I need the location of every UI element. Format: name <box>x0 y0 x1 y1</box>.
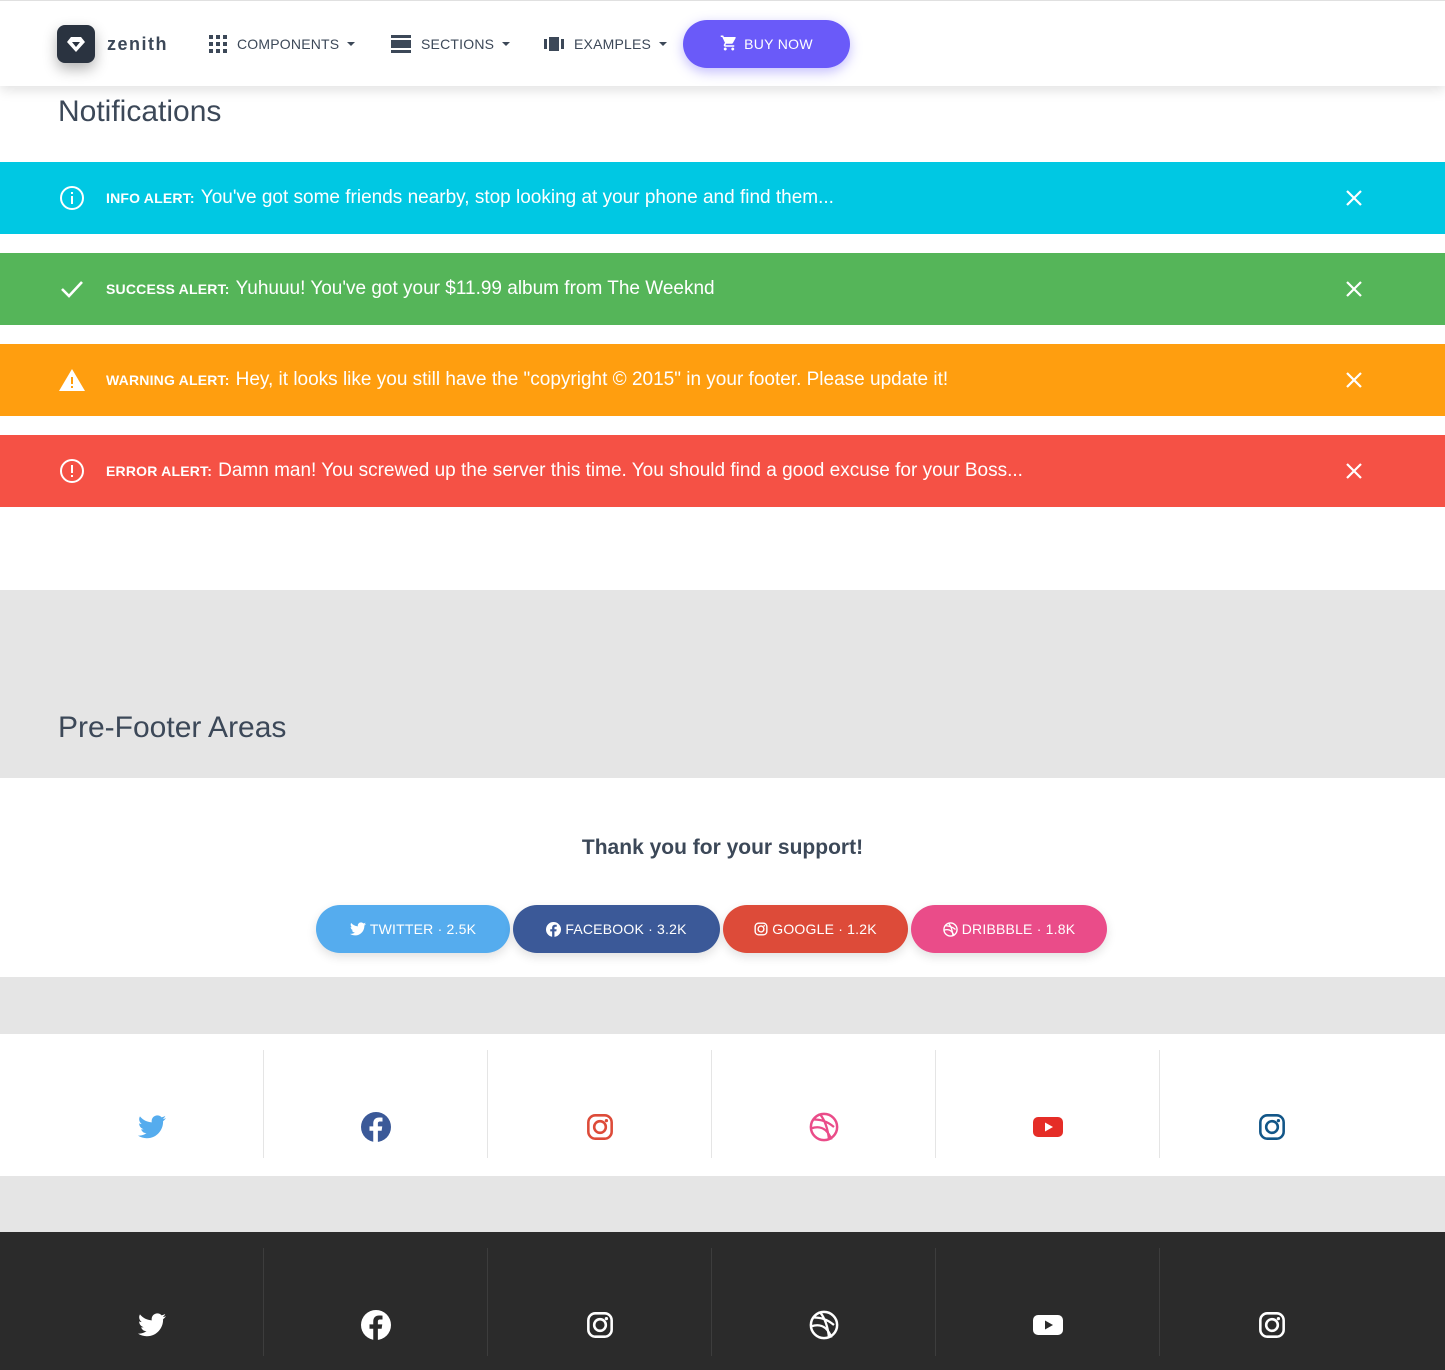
twitter-icon <box>137 1115 166 1139</box>
instagram-icon <box>1258 1312 1285 1338</box>
dribbble-button[interactable]: DRIBBBLE · 1.8K <box>911 905 1107 953</box>
alert-message: Damn man! You screwed up the server this… <box>218 460 1023 481</box>
error-icon <box>58 457 86 485</box>
social-icons-light-row <box>0 1034 1445 1176</box>
dribbble-icon <box>943 921 958 937</box>
google-button[interactable]: GOOGLE · 1.2K <box>723 905 908 953</box>
error-alert: ERROR ALERT: Damn man! You screwed up th… <box>0 435 1445 507</box>
facebook-link[interactable] <box>263 1248 487 1356</box>
youtube-link[interactable] <box>935 1050 1159 1158</box>
dribbble-link[interactable] <box>711 1248 935 1356</box>
page: zenith COMPONENTS SECTIONS EXAMPLES BUY … <box>0 0 1445 1370</box>
close-icon[interactable] <box>1344 279 1364 299</box>
caret-down-icon <box>659 42 668 46</box>
dribbble-link[interactable] <box>711 1050 935 1158</box>
separator-band <box>0 1176 1445 1232</box>
brand[interactable]: zenith <box>57 25 168 63</box>
alert-label: INFO ALERT: <box>106 190 195 206</box>
prefooter-title: Pre-Footer Areas <box>58 711 287 744</box>
alert-message: Yuhuuu! You've got your $11.99 album fro… <box>235 278 715 299</box>
diamond-logo-icon <box>57 25 95 63</box>
youtube-link[interactable] <box>935 1248 1159 1356</box>
close-icon[interactable] <box>1344 461 1364 481</box>
grid-icon <box>209 35 227 53</box>
youtube-icon <box>1032 1117 1063 1137</box>
carousel-icon <box>544 37 564 51</box>
info-icon <box>58 184 86 212</box>
support-title: Thank you for your support! <box>581 836 864 859</box>
alert-label: SUCCESS ALERT: <box>106 281 230 297</box>
twitter-button-label: TWITTER · 2.5K <box>369 921 477 937</box>
warning-triangle-icon <box>58 366 86 394</box>
nav-sections-label: SECTIONS <box>421 36 495 52</box>
instagram-icon <box>586 1114 613 1140</box>
youtube-icon <box>1032 1315 1063 1335</box>
alert-text: INFO ALERT: You've got some friends near… <box>106 162 834 234</box>
instagram-icon <box>754 922 768 936</box>
navbar: zenith COMPONENTS SECTIONS EXAMPLES BUY … <box>0 0 1445 86</box>
alert-message: You've got some friends nearby, stop loo… <box>200 187 834 208</box>
brand-name: zenith <box>107 33 168 54</box>
twitter-link[interactable] <box>40 1050 263 1158</box>
nav-sections[interactable]: SECTIONS <box>391 34 511 54</box>
close-icon[interactable] <box>1344 188 1364 208</box>
instagram-link[interactable] <box>1159 1050 1383 1158</box>
dribbble-icon <box>809 1310 838 1340</box>
alert-text: SUCCESS ALERT: Yuhuuu! You've got your $… <box>106 253 715 325</box>
caret-down-icon <box>502 42 511 46</box>
nav-components[interactable]: COMPONENTS <box>209 34 356 54</box>
alert-text: ERROR ALERT: Damn man! You screwed up th… <box>106 435 1023 507</box>
instagram-link[interactable] <box>487 1050 711 1158</box>
instagram-icon <box>1258 1114 1285 1140</box>
twitter-button[interactable]: TWITTER · 2.5K <box>316 905 510 953</box>
twitter-link[interactable] <box>40 1248 263 1356</box>
buy-now-label: BUY NOW <box>744 36 813 52</box>
nav-components-label: COMPONENTS <box>237 36 340 52</box>
alert-message: Hey, it looks like you still have the "c… <box>235 369 949 390</box>
prefooter-header-band <box>0 590 1445 778</box>
info-alert: INFO ALERT: You've got some friends near… <box>0 162 1445 234</box>
close-icon[interactable] <box>1344 370 1364 390</box>
cart-icon <box>720 34 744 55</box>
caret-down-icon <box>347 42 356 46</box>
facebook-icon <box>546 921 562 937</box>
instagram-link[interactable] <box>1159 1248 1383 1356</box>
support-section <box>0 778 1445 977</box>
instagram-link[interactable] <box>487 1248 711 1356</box>
facebook-icon <box>360 1112 391 1142</box>
buy-now-button[interactable]: BUY NOW <box>683 20 850 68</box>
notifications-title: Notifications <box>58 95 222 128</box>
alert-label: ERROR ALERT: <box>106 463 213 479</box>
nav-examples-label: EXAMPLES <box>574 36 652 52</box>
success-alert: SUCCESS ALERT: Yuhuuu! You've got your $… <box>0 253 1445 325</box>
dribbble-button-label: DRIBBBLE · 1.8K <box>961 921 1076 937</box>
warning-alert: WARNING ALERT: Hey, it looks like you st… <box>0 344 1445 416</box>
nav-examples[interactable]: EXAMPLES <box>544 34 668 54</box>
social-icons-dark-row <box>0 1232 1445 1370</box>
instagram-icon <box>586 1312 613 1338</box>
sections-icon <box>391 35 411 53</box>
alert-label: WARNING ALERT: <box>106 372 230 388</box>
facebook-button-label: FACEBOOK · 3.2K <box>565 921 687 937</box>
alert-text: WARNING ALERT: Hey, it looks like you st… <box>106 344 948 416</box>
dribbble-icon <box>809 1112 838 1142</box>
check-icon <box>58 275 86 303</box>
facebook-button[interactable]: FACEBOOK · 3.2K <box>513 905 720 953</box>
google-button-label: GOOGLE · 1.2K <box>772 921 877 937</box>
twitter-icon <box>349 922 366 936</box>
facebook-link[interactable] <box>263 1050 487 1158</box>
twitter-icon <box>137 1313 166 1337</box>
separator-band <box>0 977 1445 1034</box>
facebook-icon <box>360 1310 391 1340</box>
